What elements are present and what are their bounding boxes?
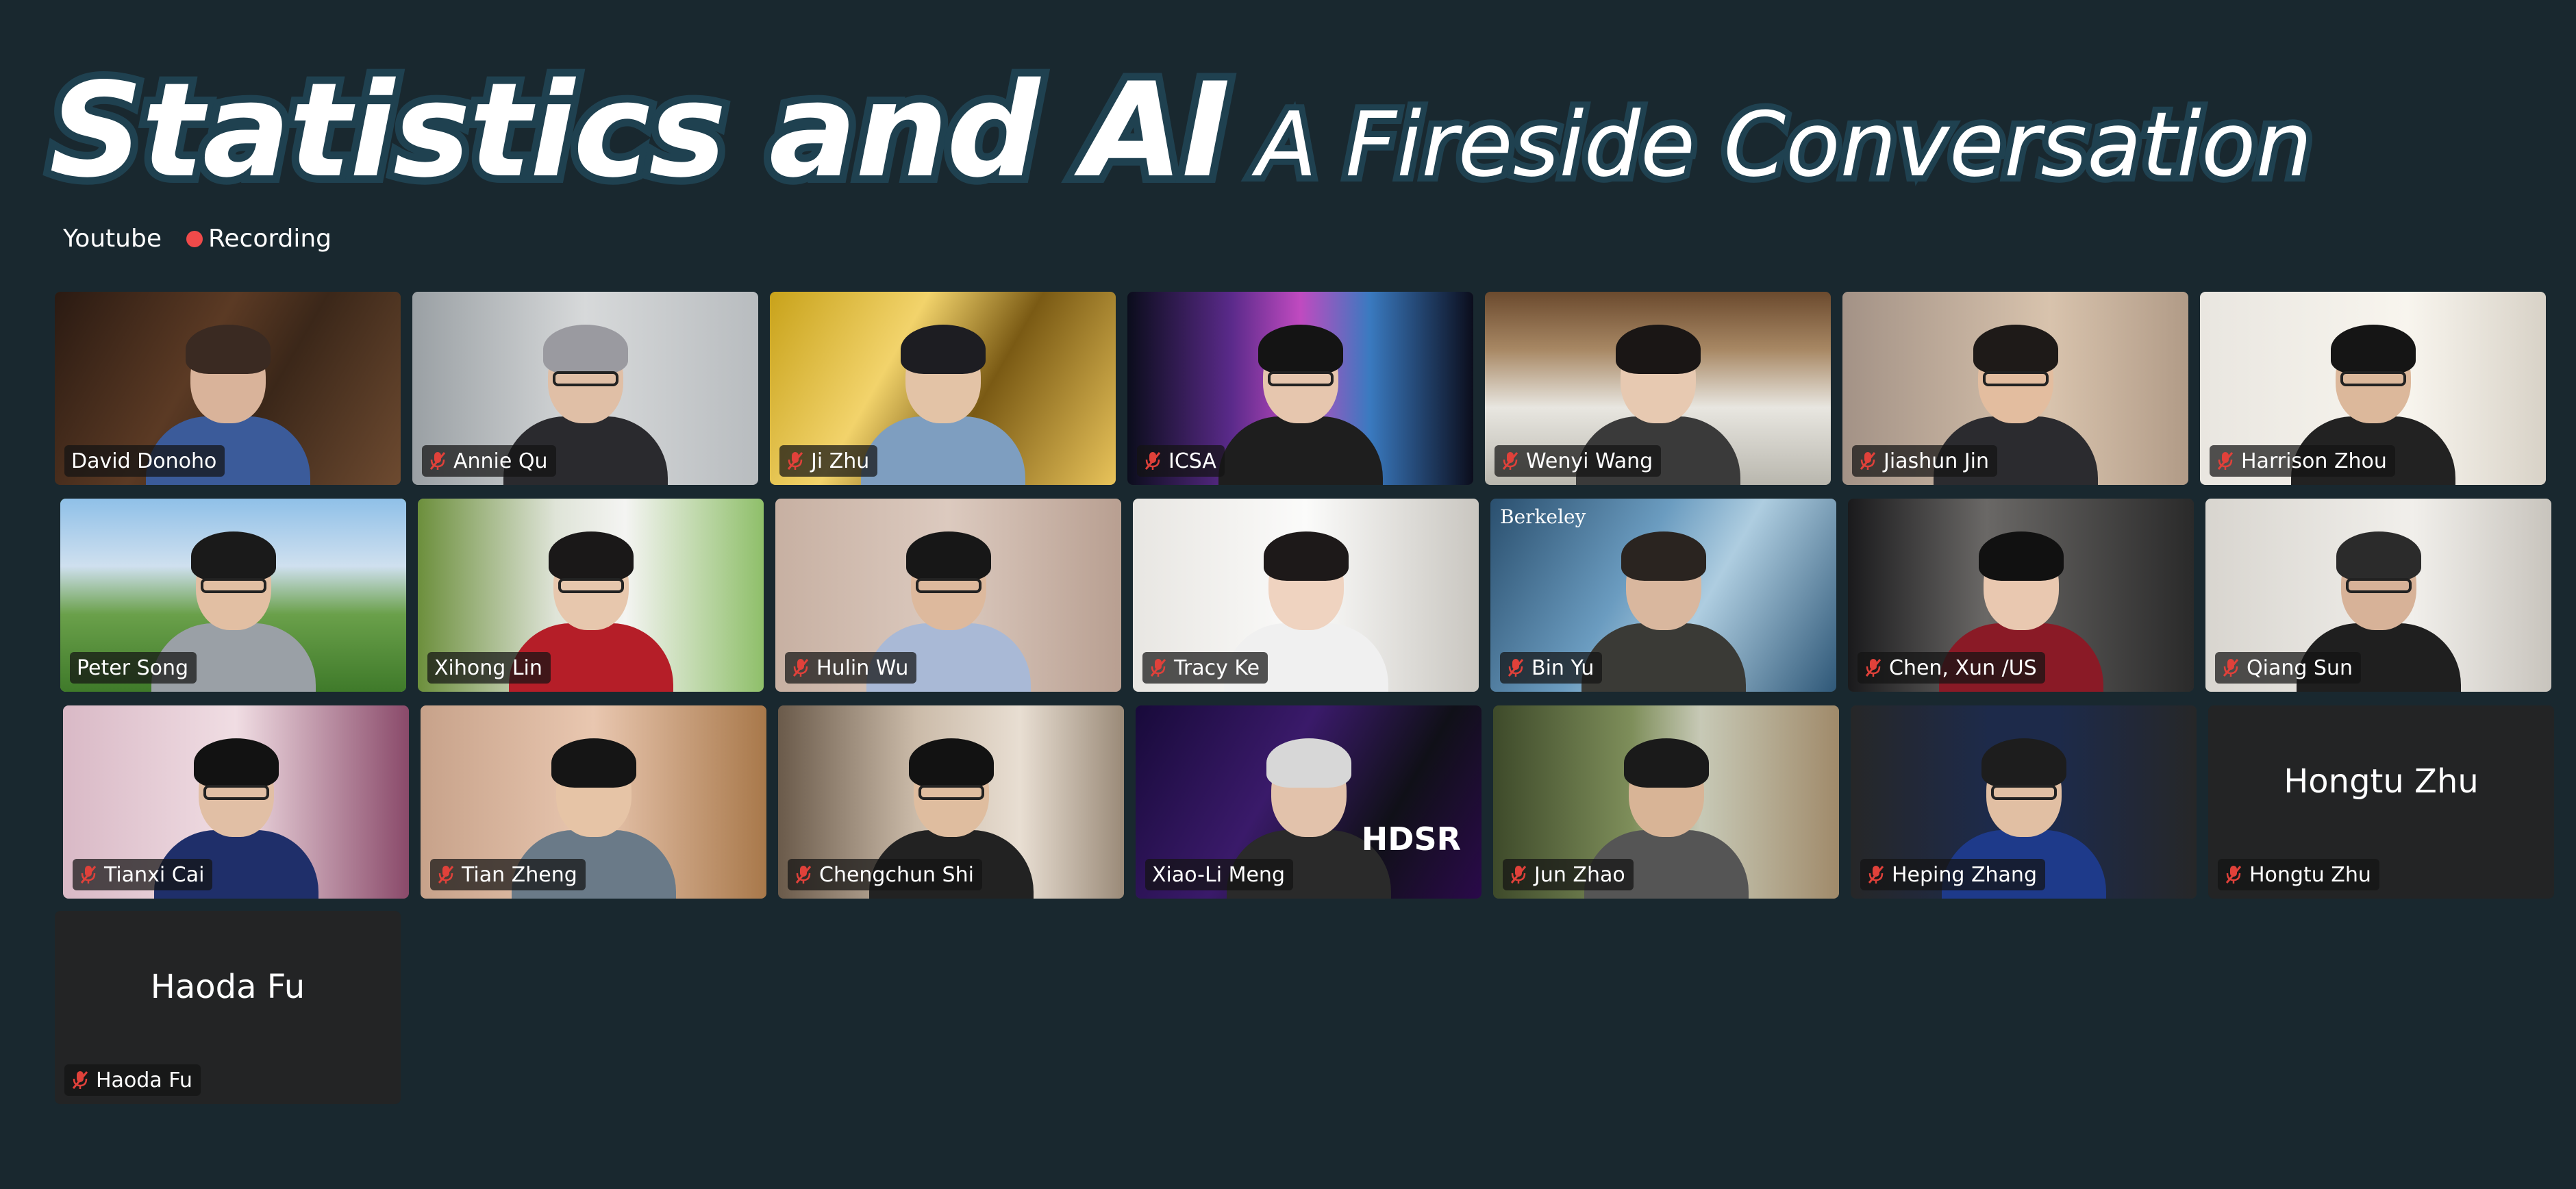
participant-name-tag: Jun Zhao bbox=[1503, 859, 1634, 890]
participant-name-tag: Hongtu Zhu bbox=[2218, 859, 2379, 890]
participant-tile[interactable]: Hongtu Zhu Hongtu Zhu bbox=[2208, 705, 2554, 899]
participant-name: Jun Zhao bbox=[1534, 862, 1625, 887]
participant-tile[interactable]: Jun Zhao bbox=[1493, 705, 1839, 899]
participant-name: Chen, Xun /US bbox=[1889, 655, 2037, 680]
participant-tile[interactable]: Tracy Ke bbox=[1133, 499, 1479, 692]
participant-tile[interactable]: Haoda Fu Haoda Fu bbox=[55, 911, 401, 1104]
mic-muted-icon bbox=[2225, 864, 2242, 885]
participant-tile[interactable]: ICSA bbox=[1127, 292, 1473, 485]
participant-avatar bbox=[1218, 321, 1383, 485]
participant-name-tag: Heping Zhang bbox=[1860, 859, 2045, 890]
participant-name-tag: Annie Qu bbox=[422, 445, 556, 477]
participant-name: Tian Zheng bbox=[462, 862, 577, 887]
participant-tile[interactable]: Berkeley Bin Yu bbox=[1490, 499, 1836, 692]
participant-name: David Donoho bbox=[71, 449, 217, 473]
participant-name: Haoda Fu bbox=[96, 1068, 192, 1092]
mic-muted-icon bbox=[1149, 658, 1167, 678]
participant-name-tag: Hulin Wu bbox=[785, 652, 917, 684]
participant-tile[interactable]: Chengchun Shi bbox=[778, 705, 1124, 899]
participant-name: Bin Yu bbox=[1531, 655, 1595, 680]
participant-name-tag: David Donoho bbox=[64, 445, 225, 477]
participant-name: Chengchun Shi bbox=[819, 862, 974, 887]
mic-muted-icon bbox=[2222, 658, 2240, 678]
mic-muted-icon bbox=[1510, 864, 1527, 885]
participant-name: Tracy Ke bbox=[1174, 655, 1260, 680]
mic-muted-icon bbox=[1501, 451, 1519, 471]
participant-name-tag: Chen, Xun /US bbox=[1858, 652, 2045, 684]
participant-name-tag: Jiashun Jin bbox=[1852, 445, 1997, 477]
participant-avatar bbox=[1581, 527, 1746, 692]
participant-name-tag: Peter Song bbox=[70, 652, 197, 684]
participant-name-tag: Xiao-Li Meng bbox=[1145, 859, 1293, 890]
participant-name-tag: ICSA bbox=[1137, 445, 1225, 477]
mic-muted-icon bbox=[437, 864, 455, 885]
participant-tile[interactable]: Jiashun Jin bbox=[1842, 292, 2188, 485]
participant-tile[interactable]: Heping Zhang bbox=[1851, 705, 2197, 899]
participant-tile[interactable]: Ji Zhu bbox=[770, 292, 1116, 485]
participant-name-tag: Qiang Sun bbox=[2215, 652, 2361, 684]
participant-name: Jiashun Jin bbox=[1884, 449, 1989, 473]
participant-name: Heping Zhang bbox=[1892, 862, 2037, 887]
participant-name-tag: Harrison Zhou bbox=[2210, 445, 2395, 477]
participant-tile[interactable]: Peter Song bbox=[60, 499, 406, 692]
mic-muted-icon bbox=[1507, 658, 1525, 678]
participant-tile[interactable]: Xihong Lin bbox=[418, 499, 764, 692]
participant-tile[interactable]: Harrison Zhou bbox=[2200, 292, 2546, 485]
mic-muted-icon bbox=[795, 864, 812, 885]
mic-muted-icon bbox=[1864, 658, 1882, 678]
mic-muted-icon bbox=[2216, 451, 2234, 471]
mic-muted-icon bbox=[1867, 864, 1885, 885]
participant-placeholder-name: Hongtu Zhu bbox=[2284, 762, 2479, 801]
participant-tile[interactable]: Tianxi Cai bbox=[63, 705, 409, 899]
mic-muted-icon bbox=[1859, 451, 1877, 471]
participant-name-tag: Bin Yu bbox=[1500, 652, 1603, 684]
mic-muted-icon bbox=[429, 451, 447, 471]
mic-muted-icon bbox=[71, 1070, 89, 1090]
participant-tile[interactable]: Qiang Sun bbox=[2205, 499, 2551, 692]
mic-muted-icon bbox=[1144, 451, 1162, 471]
mic-muted-icon bbox=[79, 864, 97, 885]
mic-muted-icon bbox=[792, 658, 810, 678]
participant-name: Tianxi Cai bbox=[104, 862, 205, 887]
participant-name: Xihong Lin bbox=[434, 655, 542, 680]
participant-name-tag: Haoda Fu bbox=[64, 1064, 201, 1096]
participant-name-tag: Tracy Ke bbox=[1142, 652, 1268, 684]
hdsr-logo: HDSR bbox=[1361, 821, 1461, 858]
participant-name-tag: Wenyi Wang bbox=[1495, 445, 1662, 477]
participant-name-tag: Chengchun Shi bbox=[788, 859, 982, 890]
participant-tile[interactable]: Tian Zheng bbox=[421, 705, 766, 899]
participant-tile[interactable]: Annie Qu bbox=[412, 292, 758, 485]
participant-name: ICSA bbox=[1168, 449, 1216, 473]
participant-name: Peter Song bbox=[77, 655, 189, 680]
participant-placeholder-name: Haoda Fu bbox=[150, 968, 305, 1006]
participant-name-tag: Tianxi Cai bbox=[73, 859, 213, 890]
participant-name: Wenyi Wang bbox=[1526, 449, 1653, 473]
berkeley-logo: Berkeley bbox=[1500, 505, 1586, 528]
participant-tile[interactable]: HDSR Xiao-Li Meng bbox=[1136, 705, 1481, 899]
video-grid: David Donoho Annie Qu Ji Zhu ICSA Wenyi Wang… bbox=[0, 0, 2576, 1189]
participant-tile[interactable]: Hulin Wu bbox=[775, 499, 1121, 692]
participant-avatar bbox=[860, 321, 1025, 485]
participant-name-tag: Ji Zhu bbox=[779, 445, 878, 477]
participant-name: Xiao-Li Meng bbox=[1152, 862, 1285, 887]
participant-name: Hulin Wu bbox=[816, 655, 909, 680]
participant-name-tag: Xihong Lin bbox=[427, 652, 551, 684]
participant-name: Qiang Sun bbox=[2247, 655, 2353, 680]
participant-name: Hongtu Zhu bbox=[2249, 862, 2371, 887]
participant-tile[interactable]: Chen, Xun /US bbox=[1848, 499, 2194, 692]
mic-muted-icon bbox=[786, 451, 804, 471]
participant-tile[interactable]: Wenyi Wang bbox=[1485, 292, 1831, 485]
participant-name: Ji Zhu bbox=[811, 449, 870, 473]
participant-tile[interactable]: David Donoho bbox=[55, 292, 401, 485]
participant-name: Harrison Zhou bbox=[2241, 449, 2387, 473]
participant-name: Annie Qu bbox=[453, 449, 548, 473]
participant-name-tag: Tian Zheng bbox=[430, 859, 586, 890]
